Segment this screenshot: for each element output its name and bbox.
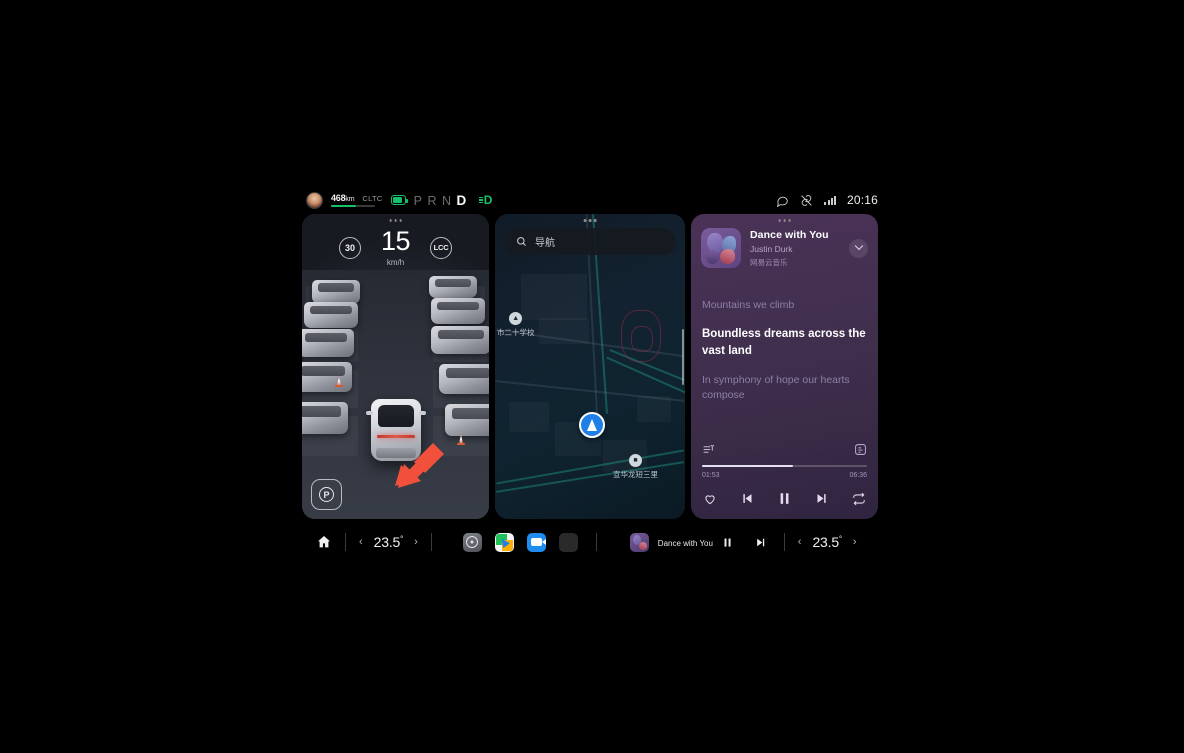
now-playing-header: Dance with You Justin Durk 网易云音乐 <box>701 228 868 268</box>
mini-album-art <box>629 532 649 552</box>
play-pause-button[interactable] <box>776 490 793 507</box>
status-bar: 468km CLTC P R N D D 20:16 <box>292 186 892 214</box>
range-bar <box>331 204 375 208</box>
app-shortcuts <box>462 532 578 552</box>
building-icon: ■ <box>629 454 642 467</box>
passenger-temp-value[interactable]: 23.5° <box>812 534 842 550</box>
track-title: Dance with You <box>750 228 829 241</box>
lyric-line-previous: Mountains we climb <box>702 299 795 311</box>
map-poi-label: 市二十学校 <box>497 328 535 337</box>
mini-track-info: Dance with You <box>657 533 713 551</box>
gear-p: P <box>413 193 423 208</box>
search-icon <box>516 236 527 247</box>
passenger-temperature-control: ‹ 23.5° › <box>798 534 857 550</box>
divider <box>430 533 432 551</box>
player-footer: 01:53 06:36 <box>702 443 867 508</box>
driver-temp-value[interactable]: 23.5° <box>374 534 404 550</box>
navigation-map-card[interactable]: 导航 ▲ 市二十学校 ■ 宣华龙短三里 <box>495 214 685 519</box>
chevron-left-icon[interactable]: ‹ <box>359 536 363 548</box>
gear-r: R <box>427 193 437 208</box>
app-navigation[interactable] <box>494 532 514 552</box>
progress-bar[interactable] <box>702 464 867 467</box>
total-duration: 06:36 <box>849 472 867 479</box>
divider <box>595 533 597 551</box>
speed-unit: km/h <box>386 258 405 267</box>
signal-bars-icon <box>824 195 836 205</box>
favorite-button[interactable] <box>703 492 717 506</box>
drag-handle[interactable] <box>389 219 402 222</box>
app-drawer[interactable] <box>558 532 578 552</box>
gear-indicator: P R N D <box>414 193 467 208</box>
driving-hud: 30 15 km/h LCC <box>302 228 489 267</box>
search-placeholder: 导航 <box>535 238 555 249</box>
parking-assist-icon: P <box>319 487 334 502</box>
map-poi-label: 宣华龙短三里 <box>613 470 658 479</box>
ego-vehicle <box>365 399 426 461</box>
avatar[interactable] <box>306 191 323 209</box>
lyrics-panel[interactable]: Mountains we climb Boundless dreams acro… <box>702 298 867 416</box>
car-infotainment-screen: 468km CLTC P R N D D 20:16 30 15 km/h LC… <box>292 186 892 565</box>
playlist-icon[interactable] <box>702 443 715 456</box>
map-poi-school[interactable]: ▲ 市二十学校 <box>497 312 535 338</box>
chevron-right-icon[interactable]: › <box>853 536 857 548</box>
map-poi-building[interactable]: ■ 宣华龙短三里 <box>613 454 658 480</box>
map-search-bar[interactable]: 导航 <box>504 228 676 255</box>
lcc-badge[interactable]: LCC <box>430 236 453 259</box>
time-row: 01:53 06:36 <box>702 472 867 479</box>
track-meta: Dance with You Justin Durk 网易云音乐 <box>750 229 840 268</box>
current-speed: 15 km/h <box>380 226 411 267</box>
speed-value: 15 <box>380 226 411 256</box>
mini-next-button[interactable] <box>755 536 768 549</box>
album-art <box>701 228 741 268</box>
driver-temperature-control: ‹ 23.5° › <box>359 534 418 550</box>
player-controls <box>702 490 867 507</box>
home-icon[interactable] <box>316 534 332 550</box>
gear-n: N <box>441 193 452 208</box>
navigation-arrow-icon <box>579 412 605 438</box>
range-standard: CLTC <box>362 193 383 203</box>
map-scrollbar[interactable] <box>681 329 684 385</box>
chevron-right-icon[interactable]: › <box>414 536 418 548</box>
elapsed-time: 01:53 <box>702 472 720 479</box>
music-player-card[interactable]: Dance with You Justin Durk 网易云音乐 Mountai… <box>691 214 878 519</box>
lyric-card-icon[interactable] <box>854 443 867 456</box>
school-icon: ▲ <box>509 312 523 325</box>
status-bar-right: 20:16 <box>776 193 892 207</box>
battery-icon <box>390 195 408 205</box>
lyric-line-current: Boundless dreams across the vast land <box>702 328 866 357</box>
link-off-icon[interactable] <box>800 194 813 207</box>
bottom-dock: ‹ 23.5° › Dance with You ‹ 23.5° › <box>292 519 892 565</box>
mini-player[interactable]: Dance with You <box>629 532 768 552</box>
divider <box>345 533 346 551</box>
track-artist: Justin Durk <box>750 243 793 254</box>
status-bar-left: 468km CLTC P R N D D <box>292 191 492 209</box>
drag-handle[interactable] <box>778 219 791 222</box>
app-video-call[interactable] <box>526 532 546 552</box>
message-icon[interactable] <box>776 194 789 207</box>
chevron-left-icon[interactable]: ‹ <box>798 536 802 548</box>
battery-range: 468km CLTC <box>331 193 383 208</box>
driving-assist-card[interactable]: 30 15 km/h LCC P <box>302 214 489 519</box>
previous-button[interactable] <box>739 491 754 506</box>
next-button[interactable] <box>815 491 830 506</box>
gear-d: D <box>456 192 467 208</box>
chevron-down-icon[interactable] <box>849 238 868 258</box>
repeat-button[interactable] <box>852 492 866 506</box>
speed-limit-badge: 30 <box>338 236 361 259</box>
drag-handle[interactable] <box>583 219 597 222</box>
card-row: 30 15 km/h LCC P 导航 ▲ 市二十学校 ■ 宣华龙短三里 Dan… <box>292 214 892 519</box>
parking-assist-button[interactable]: P <box>311 479 342 510</box>
mini-pause-button[interactable] <box>721 536 734 549</box>
mini-track-title: Dance with You <box>657 539 713 548</box>
app-vehicle-settings[interactable] <box>462 532 482 552</box>
divider <box>783 533 785 551</box>
low-beam-icon: D <box>478 193 492 207</box>
music-source: 网易云音乐 <box>750 257 788 267</box>
clock: 20:16 <box>846 193 878 207</box>
lyric-line-next: In symphony of hope our hearts compose <box>702 373 850 401</box>
range-value: 468km <box>331 192 355 203</box>
player-tools <box>702 443 867 456</box>
